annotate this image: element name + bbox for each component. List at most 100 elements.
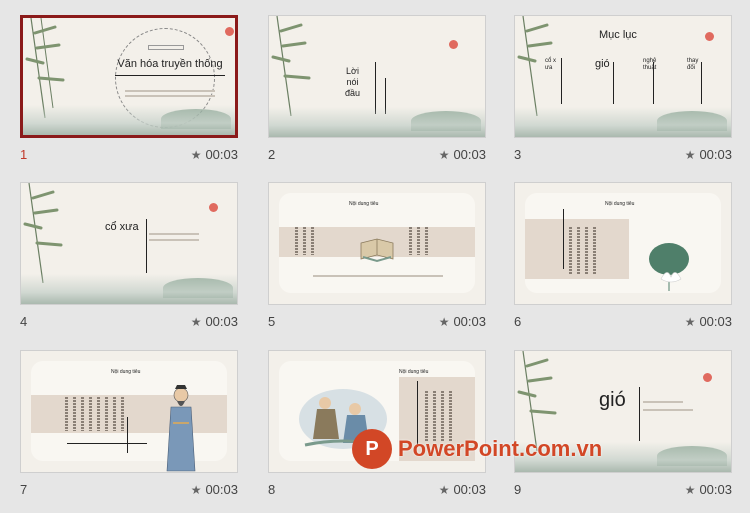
ink-wash-decoration bbox=[23, 105, 235, 135]
transition-star-icon[interactable]: ★ bbox=[191, 315, 202, 329]
lotus-icon bbox=[649, 243, 689, 291]
slide-preview[interactable]: Nội dung tiêu bbox=[514, 182, 732, 305]
slide-timing[interactable]: ★ 00:03 bbox=[685, 482, 732, 497]
slide-preview[interactable]: Mục lục cổ xưa gió nghệ thuật thay đổi bbox=[514, 15, 732, 138]
bamboo-decoration bbox=[25, 18, 65, 118]
slide-duration: 00:03 bbox=[205, 314, 238, 329]
vertical-text bbox=[569, 227, 572, 275]
slide-thumbnail[interactable]: Văn hóa truyền thống 1 ★ 00:03 bbox=[20, 15, 242, 175]
slide-timing[interactable]: ★ 00:03 bbox=[439, 147, 486, 162]
ink-wash-decoration bbox=[515, 107, 731, 137]
text-placeholder bbox=[643, 409, 693, 411]
slide-number: 8 bbox=[268, 482, 276, 497]
toc-item: gió bbox=[595, 58, 610, 70]
text-placeholder bbox=[125, 90, 215, 92]
slide-duration: 00:03 bbox=[699, 147, 732, 162]
divider bbox=[613, 62, 614, 104]
slide-number: 6 bbox=[514, 314, 522, 329]
slide-meta: 2 ★ 00:03 bbox=[268, 147, 486, 163]
powerpoint-icon: P bbox=[352, 429, 392, 469]
ink-wash-decoration bbox=[269, 107, 485, 137]
transition-star-icon[interactable]: ★ bbox=[191, 148, 202, 162]
slide-title: Mục lục bbox=[599, 29, 637, 41]
slide-thumbnail[interactable]: Nội dung tiêu 6 ★ 00:03 bbox=[514, 182, 736, 342]
toc-item: nghệ thuật bbox=[643, 58, 657, 71]
text-placeholder bbox=[125, 95, 215, 97]
text-placeholder bbox=[643, 401, 683, 403]
slide-timing[interactable]: ★ 00:03 bbox=[191, 482, 238, 497]
divider bbox=[127, 417, 128, 453]
transition-star-icon[interactable]: ★ bbox=[191, 483, 202, 497]
slide-timing[interactable]: ★ 00:03 bbox=[439, 482, 486, 497]
slide-meta: 5 ★ 00:03 bbox=[268, 314, 486, 330]
slide-meta: 4 ★ 00:03 bbox=[20, 314, 238, 330]
vertical-text bbox=[121, 397, 124, 431]
title-line: Lời bbox=[346, 66, 359, 76]
slide-preview[interactable]: Lời nói đầu bbox=[268, 15, 486, 138]
slide-duration: 00:03 bbox=[699, 314, 732, 329]
slide-thumbnail[interactable]: cổ xưa 4 ★ 00:03 bbox=[20, 182, 242, 342]
slide-meta: 3 ★ 00:03 bbox=[514, 147, 732, 163]
slide-number: 7 bbox=[20, 482, 28, 497]
bamboo-decoration bbox=[271, 16, 311, 116]
transition-star-icon[interactable]: ★ bbox=[439, 315, 450, 329]
slide-thumbnail[interactable]: Nội dung tiêu 5 ★ 00:03 bbox=[268, 182, 490, 342]
text-placeholder bbox=[313, 275, 443, 277]
title-line: nói bbox=[346, 77, 359, 87]
slide-thumbnail[interactable]: Lời nói đầu 2 ★ 00:03 bbox=[268, 15, 490, 175]
text-placeholder bbox=[149, 239, 199, 241]
divider bbox=[563, 209, 564, 269]
sun-decoration bbox=[225, 27, 234, 36]
slide-timing[interactable]: ★ 00:03 bbox=[439, 314, 486, 329]
text-placeholder bbox=[149, 233, 199, 235]
slide-timing[interactable]: ★ 00:03 bbox=[685, 147, 732, 162]
transition-star-icon[interactable]: ★ bbox=[685, 148, 696, 162]
book-icon bbox=[360, 238, 394, 263]
slide-preview[interactable]: cổ xưa bbox=[20, 182, 238, 305]
slide-thumbnail[interactable]: gió 9 ★ 00:03 bbox=[514, 350, 736, 510]
slide-thumbnail[interactable]: Nội dung tiêu 7 ★ 00:03 bbox=[20, 350, 242, 510]
vertical-text bbox=[409, 227, 412, 255]
slide-meta: 9 ★ 00:03 bbox=[514, 482, 732, 498]
transition-star-icon[interactable]: ★ bbox=[439, 148, 450, 162]
divider bbox=[67, 443, 147, 444]
vertical-text bbox=[585, 227, 588, 275]
slide-duration: 00:03 bbox=[453, 482, 486, 497]
slide-thumbnail[interactable]: Mục lục cổ xưa gió nghệ thuật thay đổi 3… bbox=[514, 15, 736, 175]
transition-star-icon[interactable]: ★ bbox=[439, 483, 450, 497]
vertical-text bbox=[81, 397, 84, 431]
divider bbox=[146, 219, 147, 273]
sun-decoration bbox=[209, 203, 218, 212]
vertical-text bbox=[105, 397, 108, 431]
slide-preview[interactable]: Nội dung tiêu bbox=[20, 350, 238, 473]
slide-preview[interactable]: Văn hóa truyền thống bbox=[20, 15, 238, 138]
slide-number: 9 bbox=[514, 482, 522, 497]
slide-duration: 00:03 bbox=[205, 147, 238, 162]
slide-number: 5 bbox=[268, 314, 276, 329]
ink-wash-decoration bbox=[21, 274, 237, 304]
vertical-text bbox=[417, 227, 420, 255]
card-heading: Nội dung tiêu bbox=[111, 369, 141, 375]
card-heading: Nội dung tiêu bbox=[349, 201, 379, 207]
divider bbox=[561, 58, 562, 104]
powerpoint-watermark-logo: P PowerPoint.com.vn bbox=[352, 429, 650, 469]
toc-item: thay đổi bbox=[687, 58, 699, 71]
slide-duration: 00:03 bbox=[699, 482, 732, 497]
vertical-text bbox=[593, 227, 596, 275]
transition-star-icon[interactable]: ★ bbox=[685, 483, 696, 497]
slide-timing[interactable]: ★ 00:03 bbox=[191, 314, 238, 329]
slide-duration: 00:03 bbox=[205, 482, 238, 497]
transition-star-icon[interactable]: ★ bbox=[685, 315, 696, 329]
slide-title: gió bbox=[599, 389, 626, 411]
slide-timing[interactable]: ★ 00:03 bbox=[191, 147, 238, 162]
sun-decoration bbox=[449, 40, 458, 49]
scholar-figure-icon bbox=[166, 385, 196, 472]
vertical-text bbox=[425, 227, 428, 255]
slide-timing[interactable]: ★ 00:03 bbox=[685, 314, 732, 329]
sun-decoration bbox=[705, 32, 714, 41]
vertical-text bbox=[113, 397, 116, 431]
title-line: đầu bbox=[345, 88, 361, 98]
slide-preview[interactable]: Nội dung tiêu bbox=[268, 182, 486, 305]
vertical-text bbox=[73, 397, 76, 431]
vertical-text bbox=[577, 227, 580, 275]
